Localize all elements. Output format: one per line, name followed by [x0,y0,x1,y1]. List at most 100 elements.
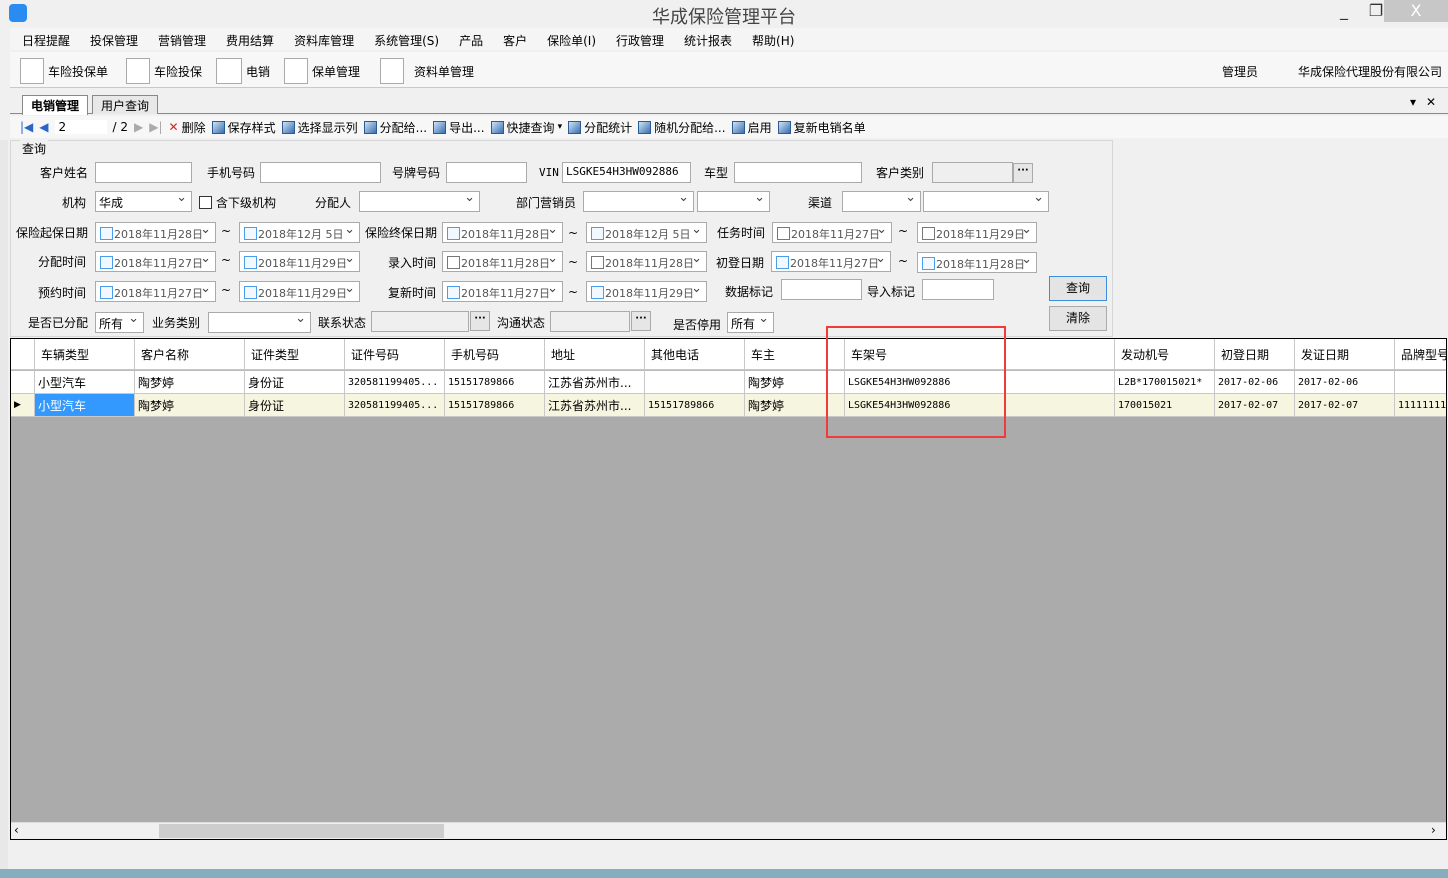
menu-admin[interactable]: 行政管理 [604,28,672,49]
menu-system[interactable]: 系统管理(S) [362,28,447,49]
table-cell[interactable]: 320581199405... [345,371,445,394]
plate-input[interactable] [446,162,527,183]
tab-telesales[interactable]: 电销管理 [22,95,89,115]
sales-select[interactable] [697,190,770,212]
table-cell[interactable]: 江苏省苏州市... [545,394,645,417]
car-insurance-form-button[interactable]: 车险投保单 [20,56,108,86]
telesales-button[interactable]: 电销 [216,56,270,86]
prev-page-icon[interactable]: ◀ [39,120,48,134]
column-header[interactable]: 其他电话 [645,339,745,370]
menu-library[interactable]: 资料库管理 [282,28,362,49]
scrollbar-thumb[interactable] [159,824,444,838]
row-selector[interactable] [11,371,35,394]
tab-close-icon[interactable]: ✕ [1426,95,1436,109]
ins-start-from-date[interactable]: 2018年11月28日 [95,222,216,243]
column-header[interactable]: 客户名称 [135,339,245,370]
car-model-input[interactable] [734,162,862,183]
table-cell[interactable]: 江苏省苏州市... [545,371,645,394]
row-selector[interactable]: ▶ [11,394,35,417]
customer-type-input[interactable] [932,162,1013,183]
ins-end-from-date[interactable]: 2018年11月28日 [442,222,563,243]
clear-button[interactable]: 清除 [1049,306,1107,331]
table-cell[interactable]: 2017-02-06 [1215,371,1295,394]
enable-button[interactable]: 启用 [731,119,772,136]
table-row[interactable]: ▶ 小型汽车 陶梦婷 身份证 320581199405... 15151789866 江苏省… [11,394,1446,417]
column-header[interactable]: 发证日期 [1295,339,1395,370]
scroll-right-icon[interactable]: › [1431,823,1436,837]
include-sub-org-checkbox[interactable] [199,196,212,209]
next-page-icon[interactable]: ▶ [134,120,143,134]
page-input[interactable]: 2 [54,120,107,134]
assign-to-button[interactable]: 分配给... [363,119,427,136]
column-header[interactable]: 车辆类型 [35,339,135,370]
table-cell[interactable]: 小型汽车 [35,394,135,417]
ins-end-to-date[interactable]: 2018年12月 5日 [586,222,707,243]
menu-policy[interactable]: 保险单(I) [535,28,604,49]
table-cell[interactable]: 320581199405... [345,394,445,417]
choose-columns-button[interactable]: 选择显示列 [281,119,358,136]
table-cell[interactable]: 15151789866 [645,394,745,417]
customer-name-input[interactable] [95,162,192,183]
customer-type-picker-button[interactable]: ··· [1013,163,1033,183]
menu-customer[interactable]: 客户 [491,28,535,49]
table-cell[interactable]: 11111111 [1395,394,1446,417]
table-cell[interactable]: 15151789866 [445,371,545,394]
table-cell[interactable]: 陶梦婷 [135,371,245,394]
assign-from-date[interactable]: 2018年11月27日 [95,251,216,272]
random-assign-button[interactable]: 随机分配给... [638,119,726,136]
first-page-icon[interactable]: |◀ [20,120,33,134]
task-to-date[interactable]: 2018年11月29日 [917,222,1037,243]
menu-insure[interactable]: 投保管理 [78,28,146,49]
appoint-to-date[interactable]: 2018年11月29日 [239,281,360,302]
column-header[interactable]: 初登日期 [1215,339,1295,370]
appoint-from-date[interactable]: 2018年11月27日 [95,281,216,302]
menu-marketing[interactable]: 营销管理 [146,28,214,49]
save-style-button[interactable]: 保存样式 [211,119,276,136]
column-header[interactable]: 发动机号 [1115,339,1215,370]
sub-channel-select[interactable] [923,190,1049,212]
entry-to-date[interactable]: 2018年11月28日 [586,251,707,272]
menu-schedule[interactable]: 日程提醒 [10,28,78,49]
table-cell[interactable]: 身份证 [245,394,345,417]
disabled-select[interactable]: 所有 [727,311,774,333]
scroll-left-icon[interactable]: ‹ [14,823,19,837]
org-select[interactable]: 华成 [95,190,192,212]
renew-to-date[interactable]: 2018年11月29日 [586,281,707,302]
biz-type-select[interactable] [208,311,311,333]
data-mark-input[interactable] [781,279,862,300]
horizontal-scrollbar[interactable]: ‹ › [11,822,1446,839]
assign-stats-button[interactable]: 分配统计 [568,119,632,136]
table-cell[interactable]: 陶梦婷 [135,394,245,417]
table-cell[interactable]: 身份证 [245,371,345,394]
table-cell[interactable]: 2017-02-07 [1215,394,1295,417]
table-cell[interactable] [645,371,745,394]
dropdown-arrow-icon[interactable]: ▾ [558,122,563,132]
task-from-date[interactable]: 2018年11月27日 [772,222,892,243]
import-mark-input[interactable] [922,279,994,300]
table-cell[interactable]: 2017-02-06 [1295,371,1395,394]
channel-select[interactable] [842,190,921,212]
table-row[interactable]: 小型汽车 陶梦婷 身份证 320581199405... 15151789866 江苏省苏… [11,371,1446,394]
delete-button[interactable]: ✕ 删除 [169,119,206,136]
first-reg-to-date[interactable]: 2018年11月28日 [917,252,1037,273]
car-insurance-button[interactable]: 车险投保 [126,56,202,86]
column-header[interactable]: 证件号码 [345,339,445,370]
menu-fees[interactable]: 费用结算 [214,28,282,49]
comm-status-input[interactable] [550,311,630,332]
first-reg-from-date[interactable]: 2018年11月27日 [771,251,891,272]
export-button[interactable]: 导出... [433,119,485,136]
table-cell[interactable]: 15151789866 [445,394,545,417]
contact-status-picker-button[interactable]: ··· [470,311,490,331]
table-cell[interactable]: L2B*170015021* [1115,371,1215,394]
assigned-select[interactable]: 所有 [95,311,144,333]
close-button[interactable]: X [1384,0,1448,22]
comm-status-picker-button[interactable]: ··· [631,311,651,331]
tab-list-dropdown-icon[interactable]: ▾ [1410,95,1416,109]
table-cell[interactable]: 170015021 [1115,394,1215,417]
quick-query-button[interactable]: 快捷查询 ▾ [490,119,563,136]
table-cell[interactable]: 2017-02-07 [1295,394,1395,417]
assign-to-date[interactable]: 2018年11月29日 [239,251,360,272]
menu-reports[interactable]: 统计报表 [672,28,740,49]
column-header[interactable]: 手机号码 [445,339,545,370]
table-cell[interactable] [1395,371,1446,394]
